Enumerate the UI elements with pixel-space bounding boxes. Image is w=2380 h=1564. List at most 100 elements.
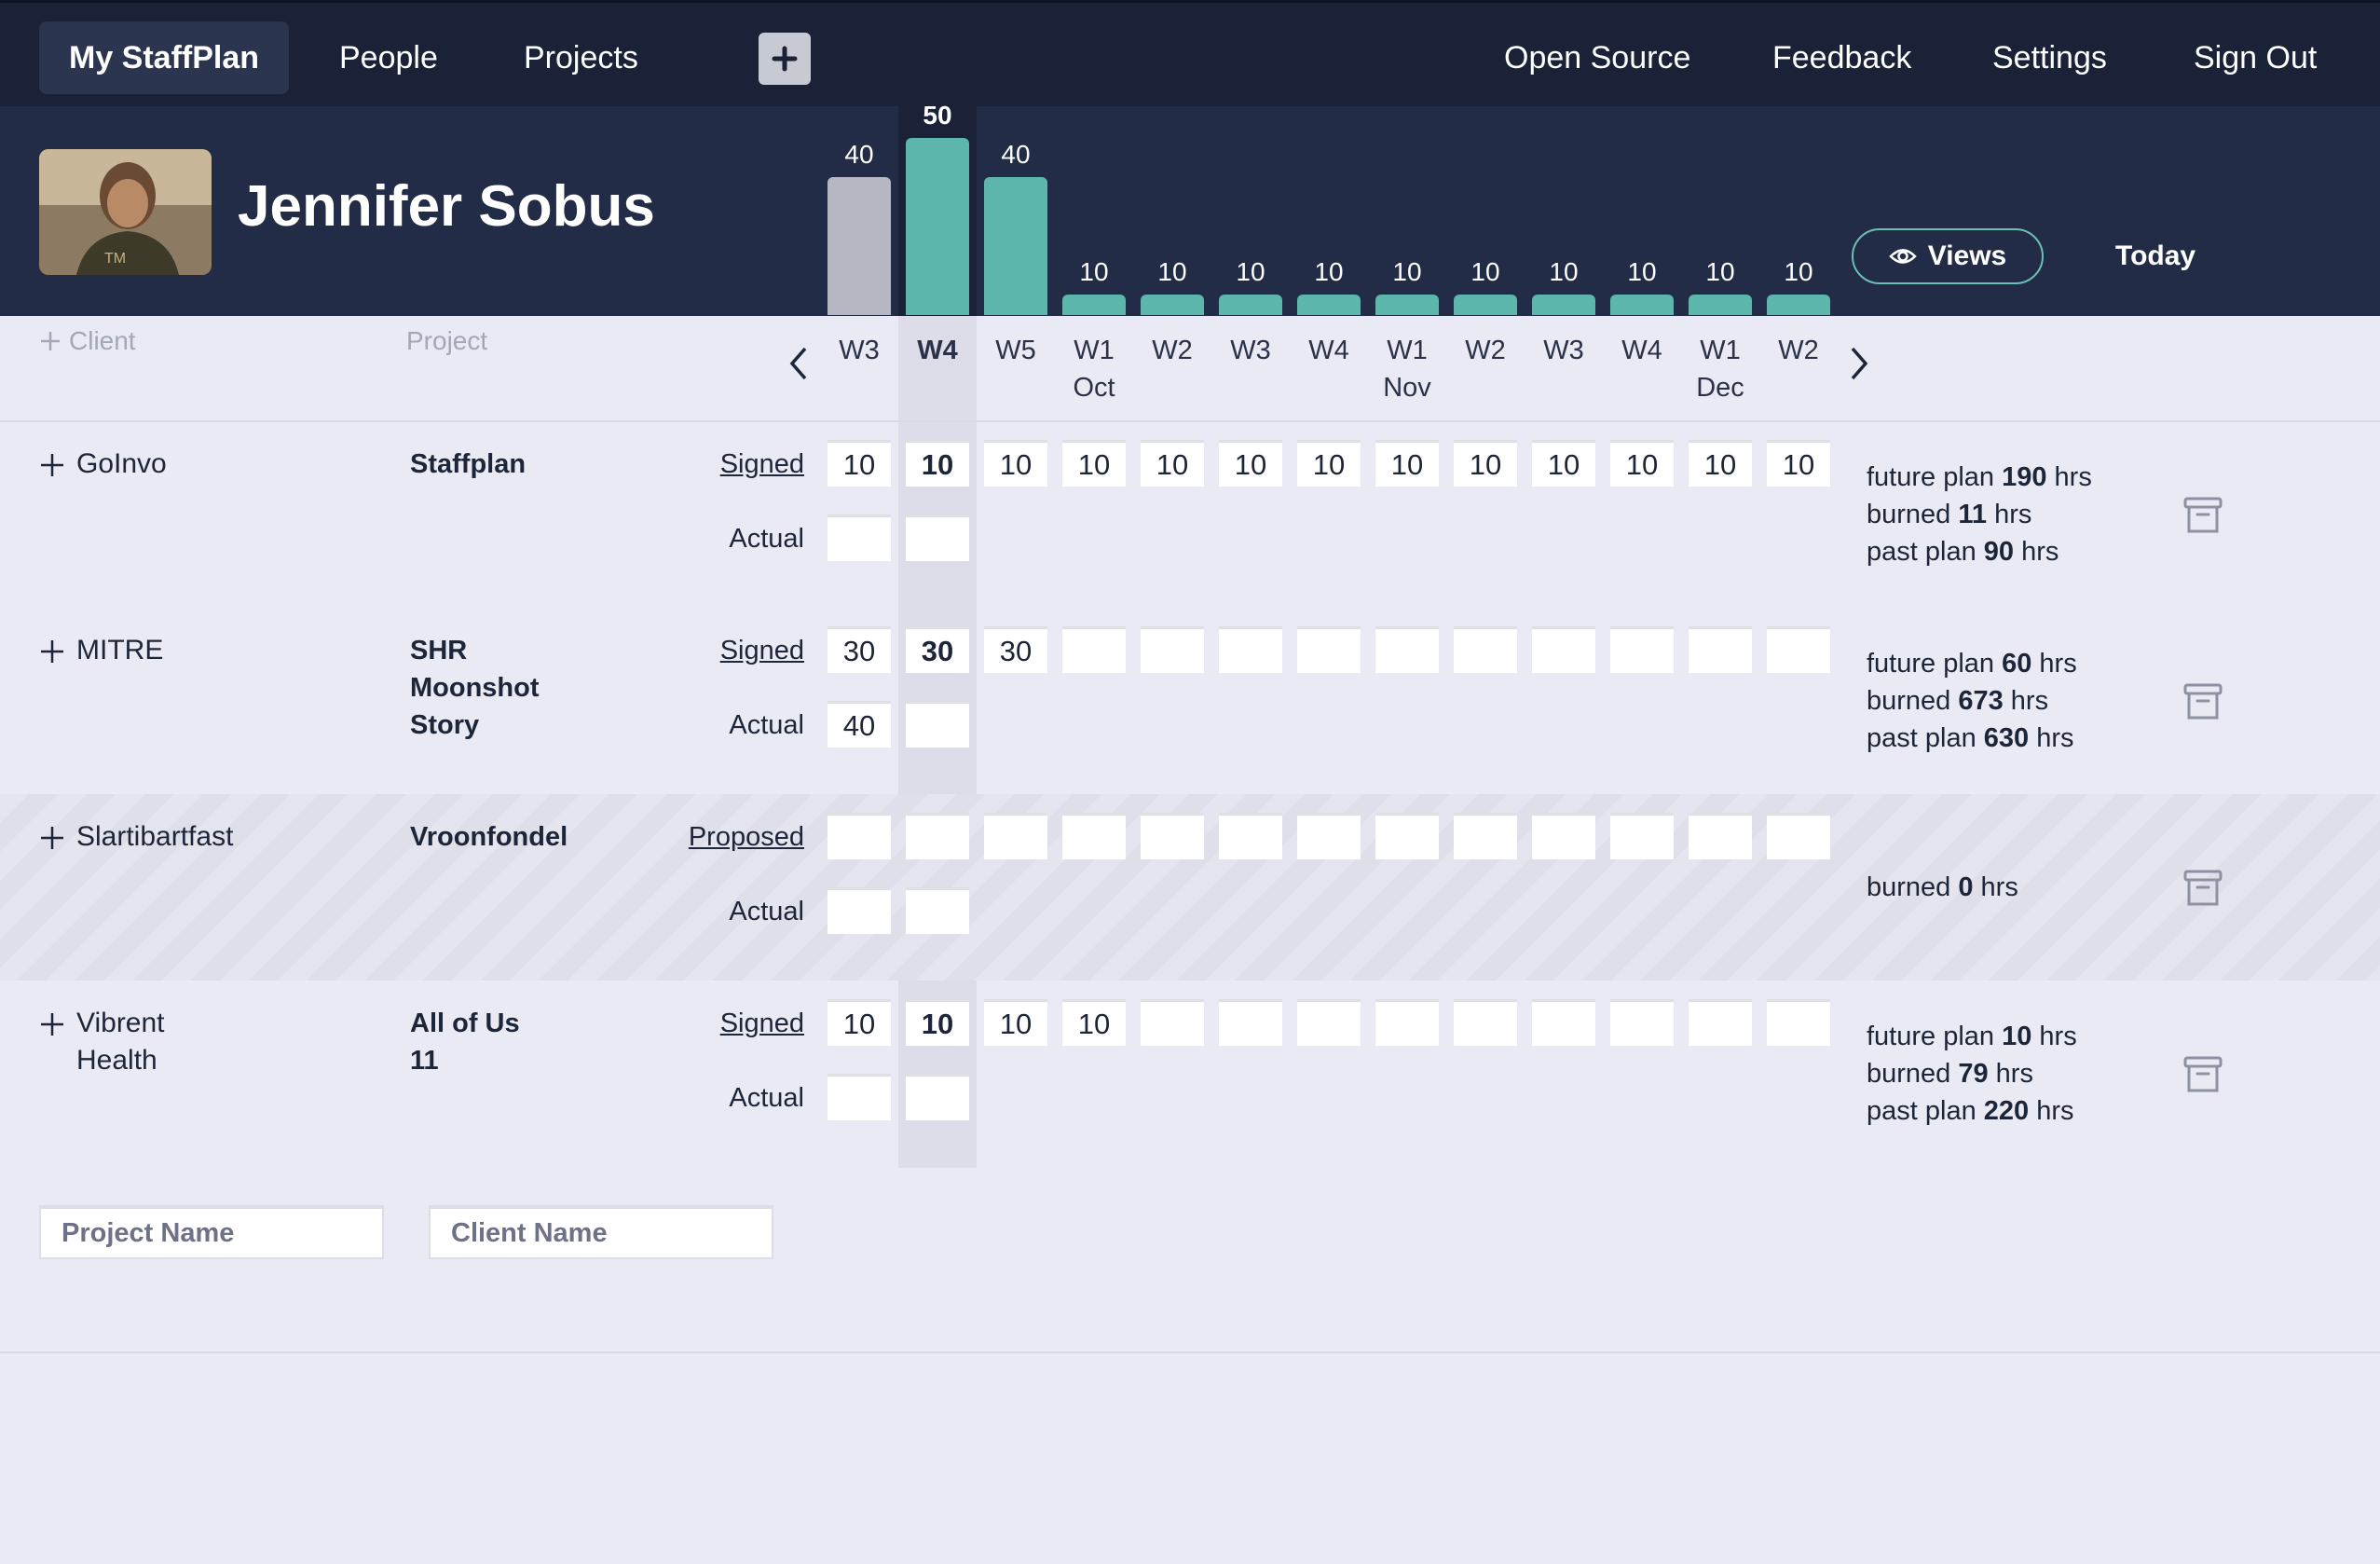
planned-hours-input[interactable] bbox=[1454, 813, 1517, 859]
planned-hours-input[interactable] bbox=[1297, 999, 1361, 1046]
chevron-right-icon[interactable] bbox=[1845, 343, 1873, 384]
planned-hours-input[interactable] bbox=[1689, 813, 1752, 859]
planned-hours-input[interactable]: 30 bbox=[828, 626, 891, 673]
week-label: W1 bbox=[1074, 336, 1115, 365]
planned-hours-input[interactable] bbox=[1141, 999, 1204, 1046]
plus-icon[interactable] bbox=[39, 1011, 65, 1037]
actual-hours-input[interactable]: 40 bbox=[828, 701, 891, 748]
hours-summary: burned 79 hrs bbox=[1867, 1055, 2033, 1092]
actual-hours-input[interactable] bbox=[828, 887, 891, 934]
status-link[interactable]: Signed bbox=[720, 1005, 804, 1042]
summary-unit: hrs bbox=[2003, 686, 2049, 716]
nav-projects[interactable]: Projects bbox=[494, 21, 668, 94]
planned-hours-input[interactable] bbox=[1454, 999, 1517, 1046]
planned-hours-input[interactable]: 10 bbox=[984, 440, 1047, 487]
planned-hours-input[interactable]: 10 bbox=[984, 999, 1047, 1046]
planned-hours-input[interactable] bbox=[1610, 813, 1674, 859]
planned-hours-input[interactable] bbox=[1219, 626, 1282, 673]
planned-hours-input[interactable]: 10 bbox=[1062, 440, 1126, 487]
actual-hours-input[interactable] bbox=[906, 514, 969, 561]
planned-hours-input[interactable] bbox=[1767, 999, 1830, 1046]
planned-hours-input[interactable] bbox=[1297, 813, 1361, 859]
planned-hours-input[interactable] bbox=[1219, 999, 1282, 1046]
planned-hours-input[interactable]: 10 bbox=[1689, 440, 1752, 487]
project-name-input[interactable] bbox=[39, 1205, 384, 1259]
actual-hours-input[interactable] bbox=[828, 1074, 891, 1120]
nav-feedback[interactable]: Feedback bbox=[1743, 21, 1941, 94]
planned-hours-input[interactable] bbox=[1219, 813, 1282, 859]
actual-hours-input[interactable] bbox=[906, 887, 969, 934]
nav-my-staffplan[interactable]: My StaffPlan bbox=[39, 21, 290, 94]
status-link[interactable]: Proposed bbox=[689, 818, 804, 856]
planned-hours-input[interactable] bbox=[1141, 813, 1204, 859]
actual-hours-input[interactable] bbox=[906, 701, 969, 748]
archive-icon[interactable] bbox=[2182, 1055, 2223, 1094]
plus-icon bbox=[772, 46, 798, 72]
planned-hours-input[interactable] bbox=[1689, 999, 1752, 1046]
views-label: Views bbox=[1927, 240, 2007, 271]
summary-unit: hrs bbox=[1973, 872, 2018, 902]
avatar: TM bbox=[39, 149, 212, 275]
hours-summary: past plan 220 hrs bbox=[1867, 1092, 2074, 1130]
planned-hours-input[interactable] bbox=[1689, 626, 1752, 673]
planned-hours-input[interactable] bbox=[1767, 626, 1830, 673]
archive-icon[interactable] bbox=[2182, 496, 2223, 535]
planned-hours-input[interactable]: 10 bbox=[1219, 440, 1282, 487]
archive-icon[interactable] bbox=[2182, 682, 2223, 721]
add-button[interactable] bbox=[759, 33, 811, 85]
planned-hours-input[interactable] bbox=[1610, 626, 1674, 673]
actual-hours-input[interactable] bbox=[906, 1074, 969, 1120]
planned-hours-input[interactable]: 10 bbox=[828, 440, 891, 487]
planned-hours-input[interactable] bbox=[984, 813, 1047, 859]
nav-sign-out[interactable]: Sign Out bbox=[2164, 21, 2346, 94]
week-label: W1 bbox=[1387, 336, 1428, 365]
planned-hours-input[interactable]: 30 bbox=[984, 626, 1047, 673]
planned-hours-input[interactable] bbox=[1610, 999, 1674, 1046]
planned-hours-input[interactable]: 10 bbox=[1297, 440, 1361, 487]
planned-hours-input[interactable]: 10 bbox=[1454, 440, 1517, 487]
chevron-left-icon[interactable] bbox=[785, 343, 813, 384]
planned-hours-input[interactable] bbox=[1297, 626, 1361, 673]
planned-hours-input[interactable]: 10 bbox=[1532, 440, 1595, 487]
plus-icon[interactable] bbox=[39, 825, 65, 851]
planned-hours-input[interactable] bbox=[1375, 626, 1439, 673]
planned-hours-input[interactable] bbox=[1375, 999, 1439, 1046]
actual-hours-input[interactable] bbox=[828, 514, 891, 561]
nav-people[interactable]: People bbox=[309, 21, 468, 94]
hours-summary: burned 11 hrs bbox=[1867, 496, 2031, 533]
planned-hours-input[interactable] bbox=[1375, 813, 1439, 859]
status-link[interactable]: Signed bbox=[720, 446, 804, 483]
client-name-input[interactable] bbox=[429, 1205, 773, 1259]
planned-hours-input[interactable] bbox=[1141, 626, 1204, 673]
planned-hours-input[interactable] bbox=[1062, 813, 1126, 859]
week-label: W3 bbox=[839, 336, 880, 365]
planned-hours-input[interactable]: 30 bbox=[906, 626, 969, 673]
today-button[interactable]: Today bbox=[2087, 228, 2223, 284]
planned-hours-input[interactable]: 10 bbox=[1767, 440, 1830, 487]
planned-hours-input[interactable]: 10 bbox=[1375, 440, 1439, 487]
planned-hours-input[interactable]: 10 bbox=[906, 440, 969, 487]
planned-hours-input[interactable] bbox=[906, 813, 969, 859]
planned-hours-input[interactable] bbox=[1532, 813, 1595, 859]
plus-icon[interactable] bbox=[39, 452, 65, 478]
archive-icon[interactable] bbox=[2182, 869, 2223, 908]
planned-hours-input[interactable] bbox=[1767, 813, 1830, 859]
views-button[interactable]: Views bbox=[1852, 228, 2044, 284]
planned-hours-input[interactable] bbox=[1062, 626, 1126, 673]
planned-hours-input[interactable]: 10 bbox=[1062, 999, 1126, 1046]
plus-icon[interactable] bbox=[39, 638, 65, 665]
planned-hours-input[interactable]: 10 bbox=[828, 999, 891, 1046]
planned-hours-input[interactable] bbox=[1454, 626, 1517, 673]
nav-settings[interactable]: Settings bbox=[1963, 21, 2137, 94]
status-link[interactable]: Signed bbox=[720, 632, 804, 669]
planned-hours-input[interactable] bbox=[1532, 999, 1595, 1046]
planned-hours-input[interactable] bbox=[828, 813, 891, 859]
project-name: SHR bbox=[410, 636, 468, 665]
planned-hours-input[interactable]: 10 bbox=[1610, 440, 1674, 487]
workload-bar bbox=[1375, 295, 1439, 315]
planned-hours-input[interactable]: 10 bbox=[1141, 440, 1204, 487]
planned-hours-input[interactable] bbox=[1532, 626, 1595, 673]
client-column-header[interactable]: Client bbox=[39, 326, 136, 356]
nav-open-source[interactable]: Open Source bbox=[1474, 21, 1720, 94]
planned-hours-input[interactable]: 10 bbox=[906, 999, 969, 1046]
